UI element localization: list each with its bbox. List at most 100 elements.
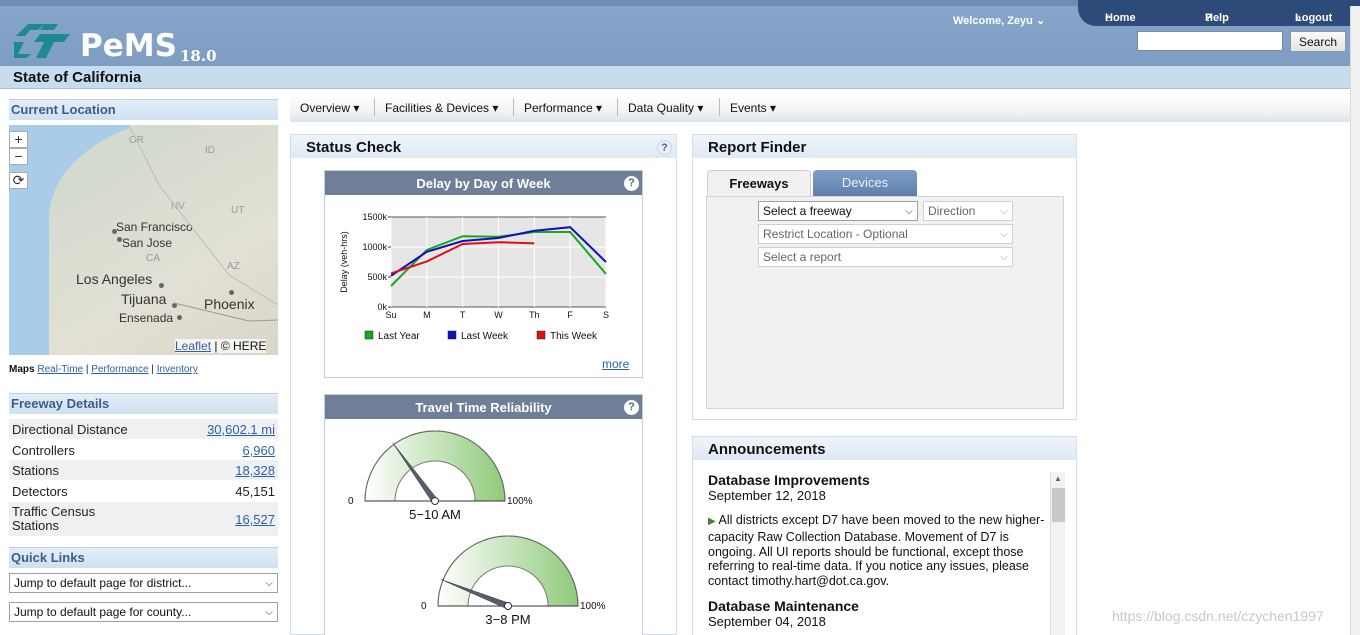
gauge-min-label: 0 <box>348 496 354 507</box>
legend-swatch <box>536 330 546 340</box>
welcome-menu[interactable]: Welcome, Zeyu ⌄ <box>953 14 1045 27</box>
detail-label: Directional Distance <box>12 422 128 437</box>
report-select[interactable]: Select a report ⌵ <box>758 247 1013 267</box>
chevron-down-icon: ⌵ <box>1000 229 1008 240</box>
scroll-up-icon: ▲ <box>1054 474 1062 483</box>
refresh-icon: ⟳ <box>12 172 25 188</box>
menu-data-quality[interactable]: Data Quality ▾ <box>628 101 703 115</box>
location-select-value: Restrict Location - Optional <box>763 227 908 241</box>
announcements-header: Announcements <box>693 437 1076 460</box>
x-tick-label: F <box>567 310 573 320</box>
caltrans-logo-icon[interactable] <box>14 20 72 58</box>
menu-label: Facilities & Devices <box>385 101 490 115</box>
freeway-detail-row: Stations 18,328 <box>9 460 278 480</box>
quick-links-title: Quick Links <box>11 550 85 565</box>
announcement-body: ▶ All districts except D7 have been move… <box>708 513 1048 589</box>
menu-performance[interactable]: Performance ▾ <box>524 101 602 115</box>
report-select-value: Select a report <box>763 250 842 264</box>
chevron-down-icon: ⌵ <box>265 578 273 589</box>
detail-value-link[interactable]: 6,960 <box>242 443 275 458</box>
chevron-down-icon: ⌵ <box>1000 252 1008 263</box>
gauge-pivot <box>431 497 439 505</box>
detail-label: Traffic Census Stations <box>12 504 96 533</box>
maps-link-inventory[interactable]: Inventory <box>157 364 198 375</box>
chevron-down-icon: ⌵ <box>265 607 273 618</box>
menu-label: Data Quality <box>628 101 695 115</box>
x-tick-label: Su <box>385 310 396 320</box>
attribution-separator: | <box>214 339 218 353</box>
menu-events[interactable]: Events ▾ <box>730 101 776 115</box>
district-select[interactable]: Jump to default page for district... ⌵ <box>9 573 278 593</box>
maps-link-separator: | <box>151 364 154 375</box>
freeway-detail-row: Controllers 6,960 <box>9 440 278 460</box>
freeway-detail-row: Detectors 45,151 <box>9 481 278 501</box>
status-check-header: Status Check <box>291 135 676 158</box>
ttr-card-title: Travel Time Reliability <box>415 400 552 415</box>
location-select[interactable]: Restrict Location - Optional ⌵ <box>758 224 1013 244</box>
freeway-detail-row: Traffic Census Stations 16,527 <box>9 502 278 536</box>
freeway-details-header: Freeway Details <box>9 393 278 414</box>
ttr-help-icon[interactable]: ? <box>624 400 639 415</box>
chevron-down-icon: ⌵ <box>1000 206 1008 217</box>
delay-more-link[interactable]: more <box>602 357 629 371</box>
tab-devices[interactable]: Devices <box>813 170 917 196</box>
legend-label: This Week <box>550 331 598 342</box>
maps-link-performance[interactable]: Performance <box>91 364 148 375</box>
watermark: https://blog.csdn.net/czychen1997 <box>1112 608 1324 624</box>
freeway-select[interactable]: Select a freeway ⌵ <box>758 201 918 221</box>
gauge-band <box>437 535 579 607</box>
chevron-down-icon: ⌄ <box>1035 15 1046 27</box>
gauge-min-label: 0 <box>421 601 427 612</box>
detail-value: 45,151 <box>235 484 275 499</box>
home-label: Home <box>1105 12 1136 24</box>
bullet-triangle-icon: ▶ <box>708 516 716 527</box>
gauge-max-label: 100% <box>507 496 533 507</box>
gauge-band <box>364 430 506 502</box>
zoom-out-button[interactable]: − <box>9 148 28 165</box>
menu-label: Overview <box>300 101 351 115</box>
delay-help-icon[interactable]: ? <box>624 176 639 191</box>
freeway-detail-row: Directional Distance 30,602.1 mi <box>9 419 278 439</box>
status-check-help-icon[interactable]: ? <box>657 140 672 155</box>
announcement-heading: Database Improvements <box>708 472 870 488</box>
detail-value-link[interactable]: 18,328 <box>235 463 275 478</box>
maps-link-realtime[interactable]: Real-Time <box>37 364 83 375</box>
legend-label: Last Year <box>378 331 420 342</box>
announcements-title: Announcements <box>708 441 826 458</box>
status-check-title: Status Check <box>306 139 402 156</box>
y-tick-label: 1500k <box>362 212 387 222</box>
county-select[interactable]: Jump to default page for county... ⌵ <box>9 602 278 622</box>
ttr-card-header: Travel Time Reliability <box>325 395 642 419</box>
scroll-thumb[interactable] <box>1052 488 1065 522</box>
detail-value-link[interactable]: 16,527 <box>235 512 275 527</box>
tab-freeways[interactable]: Freeways <box>707 170 811 196</box>
delay-card-title: Delay by Day of Week <box>416 176 551 191</box>
y-tick-label: 500k <box>367 272 387 282</box>
window-scrollbar[interactable] <box>1350 6 1360 635</box>
location-map[interactable]: OR ID NV UT CA AZ San Francisco San Jose… <box>9 125 278 355</box>
pems-page: PeMS 18.0 Welcome, Zeyu ⌄ ⌂ Home ? Help … <box>0 0 1360 635</box>
maps-label: Maps <box>9 364 35 375</box>
y-tick-label: 0k <box>377 302 387 312</box>
detail-value-link[interactable]: 30,602.1 mi <box>207 422 275 437</box>
county-select-value: Jump to default page for county... <box>14 605 192 619</box>
direction-select[interactable]: Direction ⌵ <box>923 201 1013 221</box>
menu-overview[interactable]: Overview ▾ <box>300 101 359 115</box>
map-attribution: Leaflet | © HERE <box>175 339 267 353</box>
gauge-pivot <box>504 602 512 610</box>
quick-links-header: Quick Links <box>9 547 278 568</box>
reset-view-button[interactable]: ⟳ <box>9 172 28 189</box>
announcement-date: September 12, 2018 <box>708 488 826 503</box>
legend-swatch <box>447 330 457 340</box>
search-input[interactable] <box>1137 31 1283 51</box>
leaflet-link[interactable]: Leaflet <box>175 339 211 353</box>
delay-chart: Su M T W Th F S 0k 500k 1000k 1500k Delay (veh-hrs)… <box>339 212 609 342</box>
y-tick-label: 1000k <box>362 242 387 252</box>
ttr-gauges: 0 100% 5−10 AM 0 100% 3−8 PM <box>348 430 606 627</box>
zoom-in-button[interactable]: + <box>9 131 28 148</box>
menu-divider <box>513 98 514 116</box>
search-button[interactable]: Search <box>1290 31 1346 52</box>
menu-facilities-devices[interactable]: Facilities & Devices ▾ <box>385 101 498 115</box>
delay-card: Delay by Day of Week ? Su M T W Th F S 0k 500k 10… <box>324 170 643 378</box>
announcements-scrollbar[interactable]: ▲ <box>1050 472 1065 635</box>
